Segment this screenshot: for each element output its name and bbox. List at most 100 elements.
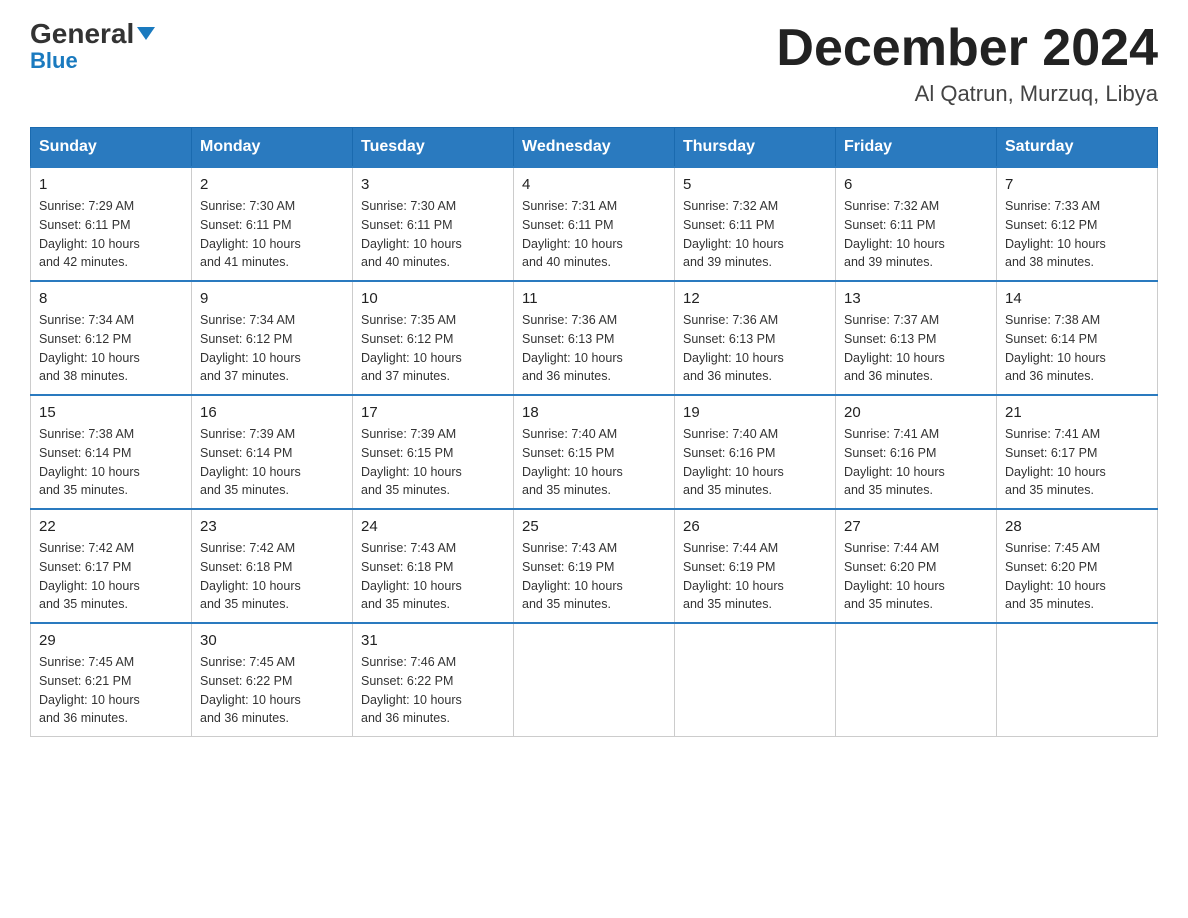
day-number: 13 — [844, 290, 988, 307]
day-info: Sunrise: 7:32 AMSunset: 6:11 PMDaylight:… — [844, 197, 988, 272]
day-cell — [836, 623, 997, 737]
day-cell: 28Sunrise: 7:45 AMSunset: 6:20 PMDayligh… — [997, 509, 1158, 623]
day-info: Sunrise: 7:34 AMSunset: 6:12 PMDaylight:… — [39, 311, 183, 386]
day-number: 9 — [200, 290, 344, 307]
day-cell: 1 Sunrise: 7:29 AMSunset: 6:11 PMDaylight… — [31, 167, 192, 281]
day-info: Sunrise: 7:45 AMSunset: 6:21 PMDaylight:… — [39, 653, 183, 728]
day-info: Sunrise: 7:30 AMSunset: 6:11 PMDaylight:… — [361, 197, 505, 272]
day-cell: 7Sunrise: 7:33 AMSunset: 6:12 PMDaylight… — [997, 167, 1158, 281]
day-number: 29 — [39, 632, 183, 649]
day-number: 17 — [361, 404, 505, 421]
day-number: 25 — [522, 518, 666, 535]
header-tuesday: Tuesday — [353, 128, 514, 168]
day-cell: 15 Sunrise: 7:38 AMSunset: 6:14 PMDayligh… — [31, 395, 192, 509]
day-cell: 31 Sunrise: 7:46 AMSunset: 6:22 PMDayligh… — [353, 623, 514, 737]
day-info: Sunrise: 7:42 AMSunset: 6:17 PMDaylight:… — [39, 539, 183, 614]
day-cell: 29 Sunrise: 7:45 AMSunset: 6:21 PMDayligh… — [31, 623, 192, 737]
logo-blue: Blue — [30, 50, 78, 72]
day-cell: 25Sunrise: 7:43 AMSunset: 6:19 PMDayligh… — [514, 509, 675, 623]
day-number: 28 — [1005, 518, 1149, 535]
day-info: Sunrise: 7:30 AMSunset: 6:11 PMDaylight:… — [200, 197, 344, 272]
day-info: Sunrise: 7:39 AMSunset: 6:15 PMDaylight:… — [361, 425, 505, 500]
title-area: December 2024 Al Qatrun, Murzuq, Libya — [776, 20, 1158, 107]
day-number: 16 — [200, 404, 344, 421]
week-row-5: 29 Sunrise: 7:45 AMSunset: 6:21 PMDayligh… — [31, 623, 1158, 737]
calendar-table: SundayMondayTuesdayWednesdayThursdayFrid… — [30, 127, 1158, 737]
day-info: Sunrise: 7:32 AMSunset: 6:11 PMDaylight:… — [683, 197, 827, 272]
day-number: 22 — [39, 518, 183, 535]
day-number: 11 — [522, 290, 666, 307]
logo-triangle-icon — [137, 27, 155, 40]
day-number: 31 — [361, 632, 505, 649]
week-row-1: 1 Sunrise: 7:29 AMSunset: 6:11 PMDaylight… — [31, 167, 1158, 281]
day-info: Sunrise: 7:31 AMSunset: 6:11 PMDaylight:… — [522, 197, 666, 272]
day-cell: 23 Sunrise: 7:42 AMSunset: 6:18 PMDayligh… — [192, 509, 353, 623]
day-info: Sunrise: 7:43 AMSunset: 6:18 PMDaylight:… — [361, 539, 505, 614]
day-cell: 17 Sunrise: 7:39 AMSunset: 6:15 PMDayligh… — [353, 395, 514, 509]
day-cell: 19Sunrise: 7:40 AMSunset: 6:16 PMDayligh… — [675, 395, 836, 509]
day-cell: 2 Sunrise: 7:30 AMSunset: 6:11 PMDaylight… — [192, 167, 353, 281]
day-number: 26 — [683, 518, 827, 535]
day-number: 19 — [683, 404, 827, 421]
day-cell: 30Sunrise: 7:45 AMSunset: 6:22 PMDayligh… — [192, 623, 353, 737]
day-number: 12 — [683, 290, 827, 307]
day-cell: 22 Sunrise: 7:42 AMSunset: 6:17 PMDayligh… — [31, 509, 192, 623]
day-info: Sunrise: 7:41 AMSunset: 6:17 PMDaylight:… — [1005, 425, 1149, 500]
day-number: 21 — [1005, 404, 1149, 421]
day-info: Sunrise: 7:29 AMSunset: 6:11 PMDaylight:… — [39, 197, 183, 272]
day-cell — [997, 623, 1158, 737]
day-cell: 26 Sunrise: 7:44 AMSunset: 6:19 PMDayligh… — [675, 509, 836, 623]
day-cell: 6 Sunrise: 7:32 AMSunset: 6:11 PMDaylight… — [836, 167, 997, 281]
day-number: 6 — [844, 176, 988, 193]
day-info: Sunrise: 7:46 AMSunset: 6:22 PMDaylight:… — [361, 653, 505, 728]
day-info: Sunrise: 7:40 AMSunset: 6:15 PMDaylight:… — [522, 425, 666, 500]
header-wednesday: Wednesday — [514, 128, 675, 168]
day-number: 2 — [200, 176, 344, 193]
day-info: Sunrise: 7:42 AMSunset: 6:18 PMDaylight:… — [200, 539, 344, 614]
day-cell: 9 Sunrise: 7:34 AMSunset: 6:12 PMDaylight… — [192, 281, 353, 395]
day-cell: 27Sunrise: 7:44 AMSunset: 6:20 PMDayligh… — [836, 509, 997, 623]
day-cell — [514, 623, 675, 737]
day-cell: 8 Sunrise: 7:34 AMSunset: 6:12 PMDaylight… — [31, 281, 192, 395]
day-info: Sunrise: 7:38 AMSunset: 6:14 PMDaylight:… — [1005, 311, 1149, 386]
day-number: 10 — [361, 290, 505, 307]
day-cell: 13 Sunrise: 7:37 AMSunset: 6:13 PMDayligh… — [836, 281, 997, 395]
day-number: 27 — [844, 518, 988, 535]
day-number: 1 — [39, 176, 183, 193]
day-number: 30 — [200, 632, 344, 649]
day-info: Sunrise: 7:38 AMSunset: 6:14 PMDaylight:… — [39, 425, 183, 500]
day-info: Sunrise: 7:34 AMSunset: 6:12 PMDaylight:… — [200, 311, 344, 386]
day-cell: 10Sunrise: 7:35 AMSunset: 6:12 PMDayligh… — [353, 281, 514, 395]
day-info: Sunrise: 7:36 AMSunset: 6:13 PMDaylight:… — [522, 311, 666, 386]
week-row-4: 22 Sunrise: 7:42 AMSunset: 6:17 PMDayligh… — [31, 509, 1158, 623]
day-cell: 5 Sunrise: 7:32 AMSunset: 6:11 PMDaylight… — [675, 167, 836, 281]
day-number: 5 — [683, 176, 827, 193]
day-cell: 24Sunrise: 7:43 AMSunset: 6:18 PMDayligh… — [353, 509, 514, 623]
day-cell: 11 Sunrise: 7:36 AMSunset: 6:13 PMDayligh… — [514, 281, 675, 395]
day-number: 8 — [39, 290, 183, 307]
day-number: 7 — [1005, 176, 1149, 193]
header-sunday: Sunday — [31, 128, 192, 168]
day-number: 15 — [39, 404, 183, 421]
day-info: Sunrise: 7:44 AMSunset: 6:19 PMDaylight:… — [683, 539, 827, 614]
page-subtitle: Al Qatrun, Murzuq, Libya — [776, 81, 1158, 107]
day-number: 4 — [522, 176, 666, 193]
day-cell: 21 Sunrise: 7:41 AMSunset: 6:17 PMDayligh… — [997, 395, 1158, 509]
day-cell: 14Sunrise: 7:38 AMSunset: 6:14 PMDayligh… — [997, 281, 1158, 395]
day-cell — [675, 623, 836, 737]
day-cell: 4 Sunrise: 7:31 AMSunset: 6:11 PMDaylight… — [514, 167, 675, 281]
day-number: 23 — [200, 518, 344, 535]
day-info: Sunrise: 7:37 AMSunset: 6:13 PMDaylight:… — [844, 311, 988, 386]
day-cell: 12 Sunrise: 7:36 AMSunset: 6:13 PMDayligh… — [675, 281, 836, 395]
day-info: Sunrise: 7:39 AMSunset: 6:14 PMDaylight:… — [200, 425, 344, 500]
day-info: Sunrise: 7:41 AMSunset: 6:16 PMDaylight:… — [844, 425, 988, 500]
header-friday: Friday — [836, 128, 997, 168]
logo-general: General — [30, 20, 155, 48]
day-info: Sunrise: 7:36 AMSunset: 6:13 PMDaylight:… — [683, 311, 827, 386]
day-cell: 18Sunrise: 7:40 AMSunset: 6:15 PMDayligh… — [514, 395, 675, 509]
day-number: 20 — [844, 404, 988, 421]
week-row-2: 8 Sunrise: 7:34 AMSunset: 6:12 PMDaylight… — [31, 281, 1158, 395]
page-header: General Blue December 2024 Al Qatrun, Mu… — [30, 20, 1158, 107]
header-row: SundayMondayTuesdayWednesdayThursdayFrid… — [31, 128, 1158, 168]
page-title: December 2024 — [776, 20, 1158, 77]
